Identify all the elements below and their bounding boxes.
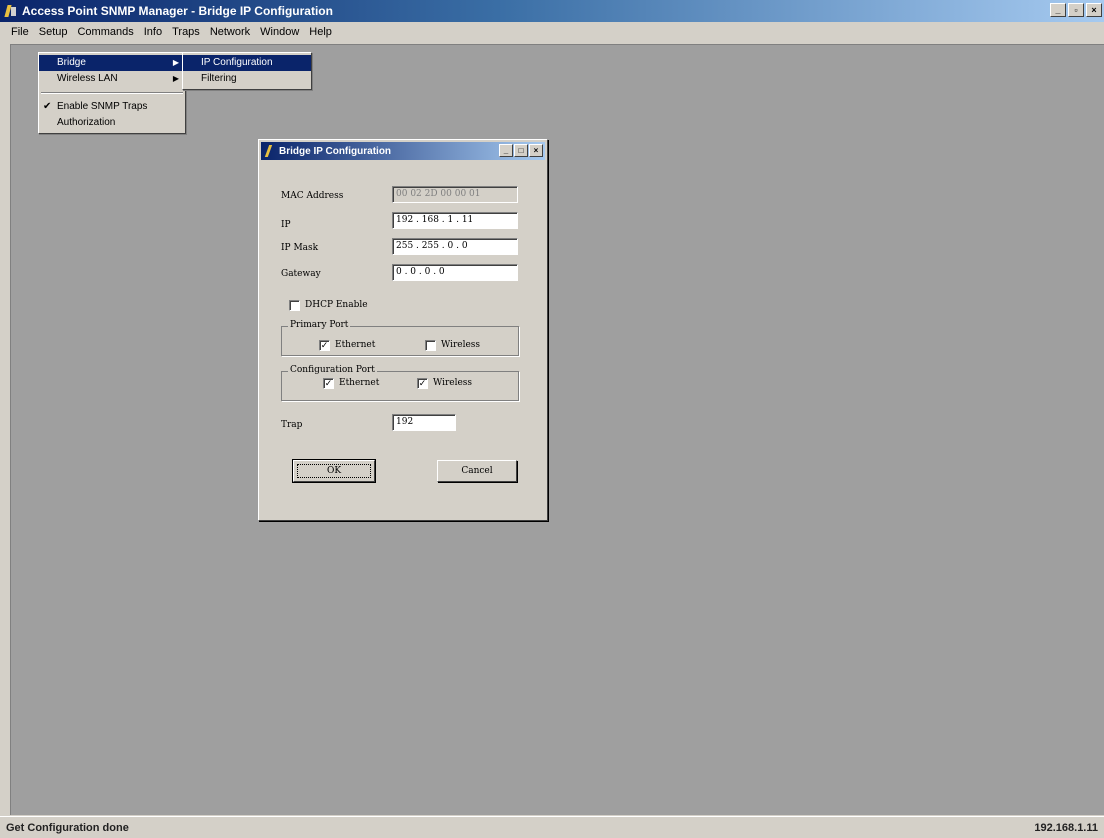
bridge-ip-configuration-dialog: Bridge IP Configuration _ □ × MAC Addres… (258, 139, 548, 521)
menu-bar: File Setup Commands Info Traps Network W… (0, 22, 1104, 42)
menu-file[interactable]: File (6, 26, 34, 38)
ip-mask-label: IP Mask (281, 243, 319, 253)
menu-item-filtering[interactable]: Filtering (183, 71, 311, 87)
cancel-button[interactable]: Cancel (437, 460, 517, 482)
dialog-window-controls: _ □ × (499, 144, 543, 157)
bridge-submenu: IP Configuration Filtering (182, 52, 312, 90)
setup-menu: Bridge ▶ Wireless LAN ▶ ✔ Enable SNMP Traps… (38, 52, 186, 134)
menu-setup[interactable]: Setup (34, 26, 73, 38)
status-message: Get Configuration done (6, 821, 129, 834)
config-wireless-label: Wireless (433, 378, 473, 388)
configuration-port-group: Configuration Port (281, 365, 519, 401)
dhcp-enable-checkbox[interactable] (289, 300, 300, 311)
primary-ethernet-label: Ethernet (335, 340, 376, 350)
close-button[interactable]: × (1086, 3, 1102, 17)
gateway-field[interactable]: 0 . 0 . 0 . 0 (392, 264, 518, 281)
trap-field[interactable]: 192 (392, 414, 456, 431)
primary-port-group: Primary Port (281, 320, 519, 356)
bridge-icon (265, 145, 275, 157)
ip-address-field[interactable]: 192 . 168 . 1 . 11 (392, 212, 518, 229)
submenu-arrow-icon: ▶ (172, 58, 179, 67)
menu-item-ip-configuration[interactable]: IP Configuration (183, 55, 311, 71)
trap-label: Trap (281, 420, 303, 430)
status-bar: Get Configuration done 192.168.1.11 (0, 816, 1104, 838)
menu-item-bridge[interactable]: Bridge ▶ (39, 55, 185, 71)
dialog-title: Bridge IP Configuration (279, 145, 392, 157)
config-wireless-checkbox[interactable]: ✓ (417, 378, 428, 389)
menu-item-authorization[interactable]: Authorization (39, 115, 185, 131)
config-ethernet-label: Ethernet (339, 378, 380, 388)
window-controls: _ ▫ × (1050, 3, 1102, 17)
minimize-button[interactable]: _ (1050, 3, 1066, 17)
app-title: Access Point SNMP Manager - Bridge IP Co… (22, 4, 333, 18)
configuration-port-label: Configuration Port (288, 365, 377, 375)
mdi-workspace (10, 44, 1104, 815)
menu-window[interactable]: Window (255, 26, 304, 38)
ip-mask-field[interactable]: 255 . 255 . 0 . 0 (392, 238, 518, 255)
dialog-close-button[interactable]: × (529, 144, 543, 157)
primary-port-label: Primary Port (288, 320, 351, 330)
submenu-arrow-icon: ▶ (172, 74, 179, 83)
primary-wireless-checkbox[interactable] (425, 340, 436, 351)
app-title-bar[interactable]: Access Point SNMP Manager - Bridge IP Co… (0, 0, 1104, 22)
menu-traps[interactable]: Traps (167, 26, 205, 38)
access-point-icon (4, 4, 18, 18)
menu-commands[interactable]: Commands (72, 26, 138, 38)
menu-help[interactable]: Help (304, 26, 337, 38)
menu-item-wireless-lan[interactable]: Wireless LAN ▶ (39, 71, 185, 87)
dhcp-enable-label: DHCP Enable (305, 300, 368, 310)
mac-address-field: 00 02 2D 00 00 01 (392, 186, 518, 203)
config-ethernet-checkbox[interactable]: ✓ (323, 378, 334, 389)
primary-wireless-label: Wireless (441, 340, 481, 350)
status-ip-address: 192.168.1.11 (1034, 821, 1098, 834)
menu-network[interactable]: Network (205, 26, 255, 38)
checkmark-icon: ✔ (43, 101, 52, 112)
menu-item-enable-snmp-traps[interactable]: ✔ Enable SNMP Traps (39, 99, 185, 115)
focus-rectangle (297, 464, 371, 478)
ok-button[interactable]: OK (292, 459, 376, 483)
gateway-label: Gateway (281, 269, 321, 279)
dialog-maximize-button[interactable]: □ (514, 144, 528, 157)
dialog-minimize-button[interactable]: _ (499, 144, 513, 157)
primary-ethernet-checkbox[interactable]: ✓ (319, 340, 330, 351)
mac-address-label: MAC Address (281, 191, 344, 201)
menu-info[interactable]: Info (139, 26, 167, 38)
dialog-title-bar[interactable]: Bridge IP Configuration _ □ × (261, 142, 545, 160)
menu-separator (41, 92, 183, 94)
maximize-button[interactable]: ▫ (1068, 3, 1084, 17)
ip-label: IP (281, 220, 291, 230)
